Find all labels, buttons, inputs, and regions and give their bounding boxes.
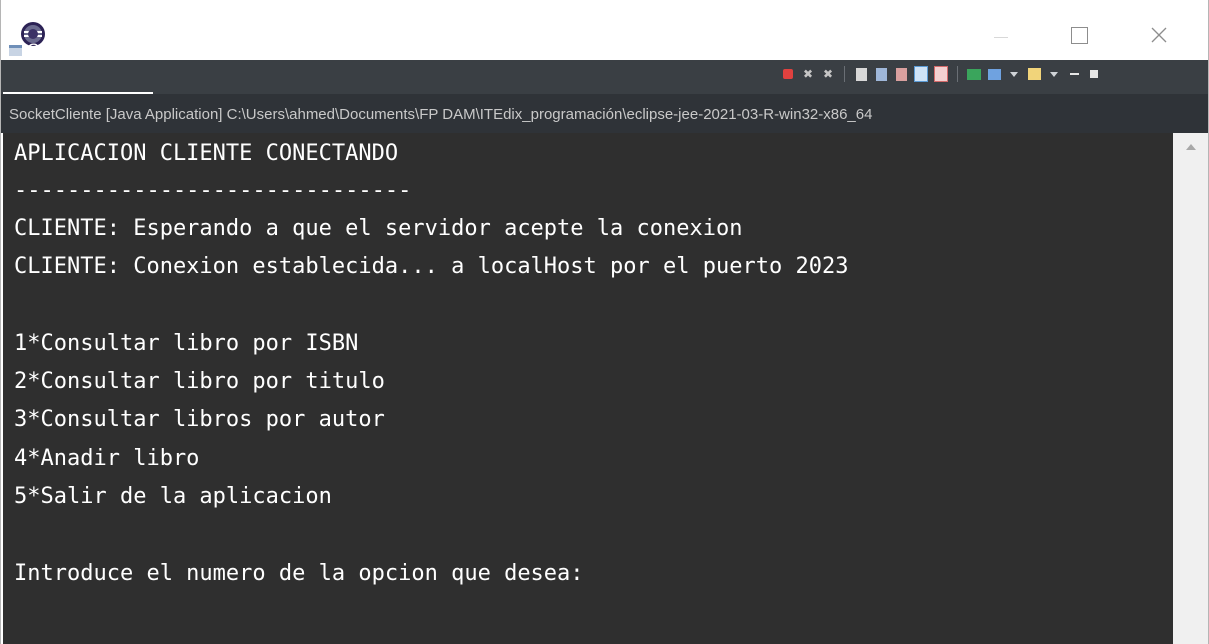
tab-console-label: Console [27, 40, 90, 59]
clear-console-button[interactable] [854, 67, 868, 81]
eclipse-window: Console × ✖ ✖ SocketCliente [Java Applic… [0, 0, 1209, 644]
open-console-button[interactable] [1027, 67, 1041, 81]
console-output[interactable]: APLICACION CLIENTE CONECTANDO ----------… [1, 133, 1173, 644]
chevron-down-icon [1050, 71, 1058, 77]
open-console-dropdown[interactable] [1047, 67, 1061, 81]
minimize-button[interactable] [981, 18, 1021, 52]
process-label: SocketCliente [Java Application] C:\User… [1, 94, 1208, 133]
console-line: CLIENTE: Esperando a que el servidor ace… [14, 216, 743, 241]
scroll-lock-button[interactable] [874, 67, 888, 81]
vertical-scrollbar[interactable] [1173, 133, 1208, 644]
console-line: ------------------------------ [14, 178, 412, 203]
scroll-up-icon[interactable] [1186, 144, 1196, 150]
view-maximize-button[interactable] [1087, 67, 1101, 81]
show-on-error-button[interactable] [934, 66, 948, 82]
chevron-down-icon [1010, 71, 1018, 77]
terminate-button[interactable] [781, 67, 795, 81]
show-on-output-button[interactable] [914, 66, 928, 82]
word-wrap-button[interactable] [894, 67, 908, 81]
terminate-icon [783, 69, 793, 79]
console-line: Introduce el numero de la opcion que des… [14, 561, 584, 586]
minimize-icon [994, 36, 1008, 38]
word-wrap-icon [895, 67, 907, 81]
clear-console-icon [855, 67, 867, 81]
console-line: 5*Salir de la aplicacion [14, 484, 332, 509]
display-console-icon [987, 68, 1001, 80]
close-icon [1151, 27, 1167, 43]
tab-console[interactable]: Console × [9, 36, 105, 64]
console-line: CLIENTE: Conexion establecida... a local… [14, 254, 849, 279]
console-line: 4*Anadir libro [14, 446, 200, 471]
tab-close-button[interactable]: × [96, 42, 104, 58]
remove-all-icon: ✖ [822, 67, 834, 81]
console-toolbar: ✖ ✖ [781, 64, 1101, 84]
show-error-icon [934, 66, 948, 82]
open-console-icon [1027, 68, 1041, 80]
console-line: 3*Consultar libros por autor [14, 407, 385, 432]
maximize-button[interactable] [1059, 18, 1099, 52]
view-minimize-button[interactable] [1067, 67, 1081, 81]
display-console-button[interactable] [987, 67, 1001, 81]
show-console-icon [914, 66, 928, 82]
toolbar-separator [844, 66, 845, 82]
remove-all-terminated-button[interactable]: ✖ [821, 67, 835, 81]
console-line: 2*Consultar libro por titulo [14, 369, 385, 394]
remove-launch-icon: ✖ [802, 67, 814, 81]
scroll-lock-icon [875, 67, 887, 81]
close-button[interactable] [1139, 18, 1179, 52]
console-line: 1*Consultar libro por ISBN [14, 331, 359, 356]
maximize-view-icon [1090, 70, 1098, 78]
minimize-view-icon [1069, 73, 1079, 75]
console-icon [9, 44, 22, 56]
display-console-dropdown[interactable] [1007, 67, 1021, 81]
remove-launch-button[interactable]: ✖ [801, 67, 815, 81]
pin-console-icon [967, 68, 981, 80]
console-line: APLICACION CLIENTE CONECTANDO [14, 141, 399, 166]
toolbar-separator [957, 66, 958, 82]
title-bar[interactable] [1, 0, 1208, 60]
maximize-icon [1070, 26, 1088, 44]
pin-console-button[interactable] [967, 67, 981, 81]
